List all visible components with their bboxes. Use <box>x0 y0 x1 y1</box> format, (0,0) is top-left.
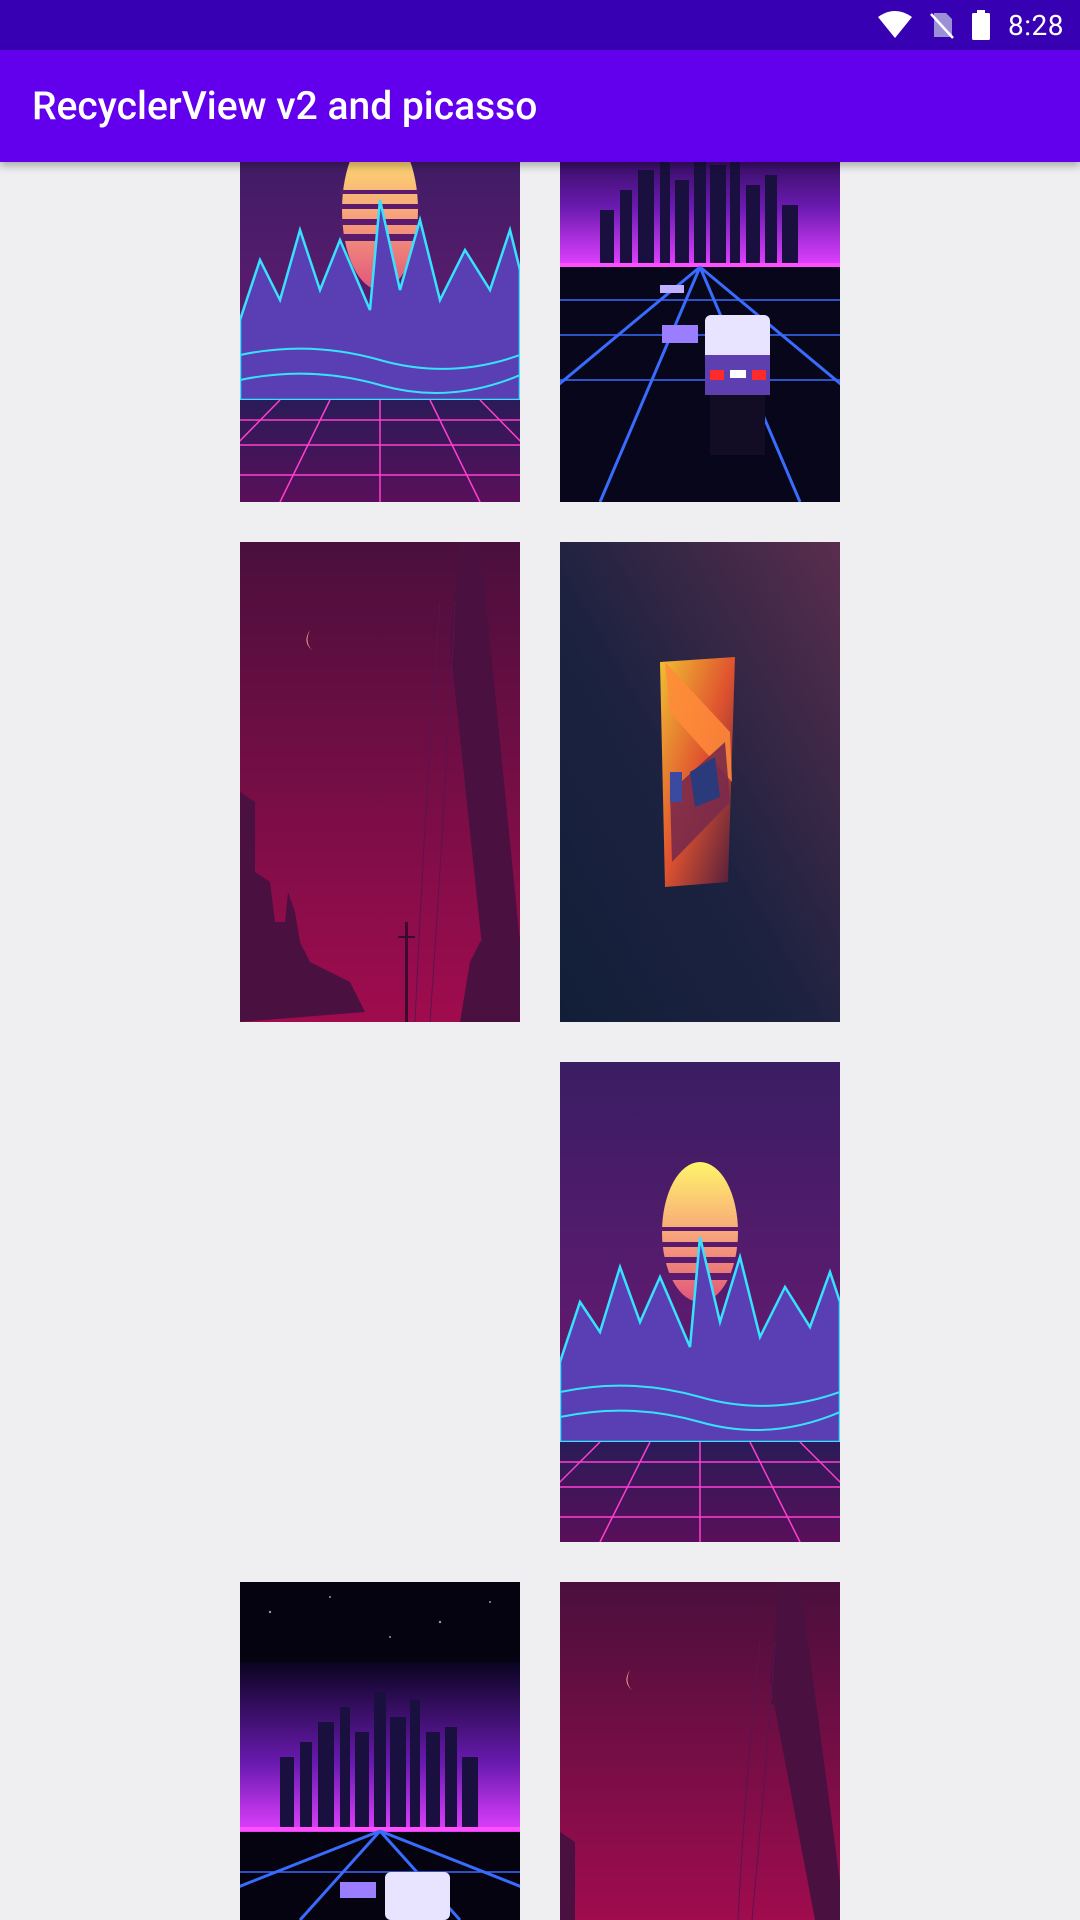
image-tile-purple-moon-powerline[interactable] <box>240 542 520 1022</box>
synthwave-city-highway-car-image <box>240 1582 520 1920</box>
image-tile-purple-moon-powerline-2[interactable] <box>560 1582 840 1920</box>
app-bar: RecyclerView v2 and picasso <box>0 50 1080 162</box>
image-tile-synthwave-city-highway-car-2[interactable] <box>240 1582 520 1920</box>
purple-moon-powerline-image <box>240 542 520 1022</box>
image-tile-synthwave-sun-mountains[interactable] <box>240 120 520 502</box>
synthwave-city-highway-car-image <box>560 120 840 502</box>
image-grid[interactable] <box>0 0 1080 1920</box>
synthwave-sun-mountains-image <box>560 1062 840 1542</box>
synthwave-sun-mountains-image <box>240 120 520 502</box>
app-title: RecyclerView v2 and picasso <box>32 83 538 129</box>
image-tile-abstract-geometric-shape[interactable] <box>560 542 840 1022</box>
image-tile-synthwave-city-highway-car[interactable] <box>560 120 840 502</box>
image-tile-synthwave-sun-mountains-2[interactable] <box>560 1062 840 1542</box>
abstract-geometric-shape-image <box>560 542 840 1022</box>
purple-moon-powerline-image <box>560 1582 840 1920</box>
